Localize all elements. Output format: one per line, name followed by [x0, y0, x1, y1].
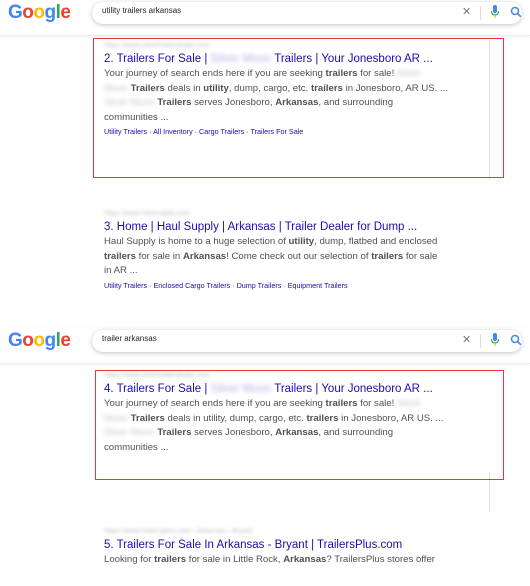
redacted-text: Silver — [396, 68, 421, 79]
title-text[interactable]: 5. Trailers For Sale In Arkansas - Bryan… — [104, 539, 402, 551]
bold-keyword: utility — [203, 82, 229, 94]
google-logo[interactable]: Google — [8, 330, 71, 352]
bold-keyword: trailers — [371, 250, 404, 262]
result-url[interactable]: https://www.trailersplus.com › Arkansas … — [104, 528, 504, 538]
redacted-text: Silver Moon — [104, 97, 155, 108]
snippet-line: Silver Moon Trailers serves Jonesboro, A… — [104, 97, 394, 108]
result-snippet: Looking for trailers for sale in Little … — [104, 553, 504, 568]
title-text[interactable]: 2. Trailers For Sale | — [104, 53, 211, 65]
result-snippet: Your journey of search ends here if you … — [104, 67, 504, 125]
snippet-line: communities ... — [104, 111, 169, 123]
mic-icon[interactable] — [490, 5, 500, 19]
result-title[interactable]: 2. Trailers For Sale | Silver Moon Trail… — [104, 52, 504, 67]
result-url[interactable]: https://www.haulsupply.com — [104, 210, 504, 220]
snippet-line: Your journey of search ends here if you … — [104, 68, 421, 79]
bold-keyword: trailers — [104, 250, 136, 262]
bold-keyword: Trailers — [130, 82, 165, 94]
clear-icon[interactable]: ✕ — [462, 333, 471, 346]
title-text[interactable]: Trailers | Your Jonesboro AR ... — [271, 383, 433, 395]
search-result: https://www.haulsupply.com 3. Home | Hau… — [104, 210, 504, 290]
bold-keyword: Arkansas — [275, 427, 319, 438]
snippet-line: in AR ... — [104, 265, 138, 276]
search-box[interactable]: utility trailers arkansas ✕ — [92, 2, 522, 24]
search-header: Google trailer arkansas ✕ — [0, 328, 530, 364]
redacted-text: Moon — [104, 82, 128, 94]
title-text[interactable]: 4. Trailers For Sale | — [104, 383, 211, 395]
result-sitelinks[interactable]: Utility Trailers · Enclosed Cargo Traile… — [104, 281, 504, 290]
snippet-line: Silver Moon Trailers serves Jonesboro, A… — [104, 427, 394, 438]
divider — [480, 6, 481, 20]
redacted-text: Moon — [104, 412, 128, 424]
result-snippet: Haul Supply is home to a huge selection … — [104, 235, 504, 279]
redacted-text: Silver Moon — [104, 427, 155, 438]
snippet-line: Looking for trailers for sale in Little … — [104, 554, 435, 565]
search-icon[interactable] — [510, 333, 522, 347]
result-title[interactable]: 3. Home | Haul Supply | Arkansas | Trail… — [104, 220, 504, 235]
bold-keyword: trailers — [306, 412, 339, 424]
result-title[interactable]: 4. Trailers For Sale | Silver Moon Trail… — [104, 382, 504, 397]
bold-keyword: trailers — [154, 554, 187, 565]
result-title[interactable]: 5. Trailers For Sale In Arkansas - Bryan… — [104, 538, 504, 553]
snippet-line: trailers for sale in Arkansas! Come chec… — [104, 250, 438, 262]
search-box[interactable]: trailer arkansas ✕ — [92, 330, 522, 352]
mic-icon[interactable] — [490, 333, 500, 347]
serp-panel-2: Google trailer arkansas ✕ https://www.si… — [0, 322, 530, 586]
result-url[interactable]: https://www.silvertrailerdealer.com — [104, 42, 504, 52]
search-input[interactable]: trailer arkansas — [102, 334, 157, 343]
bold-keyword: trailers — [325, 398, 358, 409]
bold-keyword: Arkansas — [283, 554, 327, 565]
search-header: Google utility trailers arkansas ✕ — [0, 0, 530, 36]
snippet-line: Moon Trailers deals in utility, dump, ca… — [104, 412, 444, 424]
result-url[interactable]: https://www.silvertrailerdealer.com — [104, 372, 504, 382]
divider — [480, 334, 481, 348]
search-result: https://www.silvertrailerdealer.com 2. T… — [104, 42, 504, 136]
snippet-line: Haul Supply is home to a huge selection … — [104, 236, 438, 247]
serp-panel-1: Google utility trailers arkansas ✕ https… — [0, 0, 530, 322]
result-sitelinks[interactable]: Utility Trailers · All Inventory · Cargo… — [104, 127, 504, 136]
redacted-text[interactable]: Silver Moon — [211, 383, 272, 395]
snippet-line: communities ... — [104, 441, 169, 453]
redacted-text: Silver — [396, 398, 421, 409]
bold-keyword: trailers — [310, 82, 343, 94]
bold-keyword: Arkansas — [182, 250, 227, 262]
result-snippet: Your journey of search ends here if you … — [104, 397, 504, 455]
bold-keyword: Trailers — [157, 97, 192, 108]
redacted-text[interactable]: Silver Moon — [211, 53, 272, 65]
search-result: https://www.trailersplus.com › Arkansas … — [104, 528, 504, 568]
title-text[interactable]: Trailers | Your Jonesboro AR ... — [271, 53, 433, 65]
bold-keyword: Trailers — [130, 412, 165, 424]
bold-keyword: Arkansas — [275, 97, 319, 108]
search-icon[interactable] — [510, 5, 522, 19]
search-result: https://www.silvertrailerdealer.com 4. T… — [104, 372, 504, 455]
bold-keyword: trailers — [325, 68, 358, 79]
google-logo[interactable]: Google — [8, 2, 71, 24]
bold-keyword: utility — [288, 236, 315, 247]
title-text[interactable]: 3. Home | Haul Supply | Arkansas | Trail… — [104, 221, 417, 233]
bold-keyword: Trailers — [157, 427, 192, 438]
clear-icon[interactable]: ✕ — [462, 5, 471, 18]
snippet-line: Moon Trailers deals in utility, dump, ca… — [104, 82, 448, 94]
search-input[interactable]: utility trailers arkansas — [102, 6, 181, 15]
snippet-line: Your journey of search ends here if you … — [104, 398, 421, 409]
